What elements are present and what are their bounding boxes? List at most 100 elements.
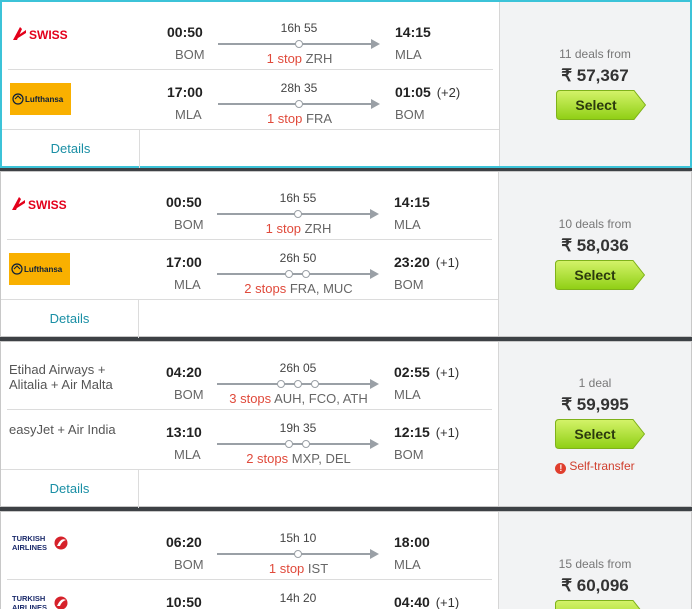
price: ₹ 60,096 [561,576,629,595]
flight-result-card[interactable]: SWISS 00:50 BOM 16h 55 1 stop ZRH 14:15 … [0,171,692,338]
arrival-day-offset: (+1) [435,425,460,440]
arrival-time-value: 14:15 [395,24,431,40]
select-button[interactable]: Select [555,600,645,609]
outbound-leg: SWISS 00:50 BOM 16h 55 1 stop ZRH 14:15 … [2,2,499,66]
return-leg: easyJet + Air India 13:10 MLA 19h 35 2 s… [1,402,498,466]
route-arrow-icon [370,549,379,559]
details-link[interactable]: Details [1,300,139,338]
arrival-time: 12:15 (+1) [394,424,459,440]
stop-dot [295,100,303,108]
stop-dot [295,40,303,48]
route-arrow-icon [370,439,379,449]
self-transfer-warning: ! Self-transfer [499,459,691,474]
stops-airports: MXP, DEL [291,451,351,466]
warning-icon: ! [555,463,567,474]
svg-text:TURKISH: TURKISH [12,594,45,603]
arrival-airport: BOM [394,277,424,292]
arrival-time: 14:15 [394,194,432,210]
arrival-time-value: 14:15 [394,194,430,210]
swiss-logo: SWISS [12,197,67,212]
arrival-airport: BOM [395,107,425,122]
departure-time: 10:50 [166,594,202,609]
arrival-airport: BOM [394,447,424,462]
turkish-airlines-logo: TURKISH AIRLINES [12,534,68,552]
departure-airport: BOM [175,47,205,62]
route-arrow-icon [371,99,380,109]
departure-time: 06:20 [166,534,202,550]
svg-text:Lufthansa: Lufthansa [24,265,63,274]
stop-dot [302,440,310,448]
turkish-airlines-logo: TURKISH AIRLINES [12,594,68,609]
details-link[interactable]: Details [2,130,140,168]
arrival-day-offset: (+2) [436,85,461,100]
outbound-leg: SWISS 00:50 BOM 16h 55 1 stop ZRH 14:15 … [1,172,498,236]
flight-duration: 16h 55 [280,21,318,35]
arrival-time-value: 02:55 [394,364,430,380]
return-leg: Lufthansa 17:00 MLA 26h 50 2 stops FRA, … [1,232,498,296]
price-panel: 11 deals from ₹ 57,367 Select [499,2,690,166]
flight-results-list: SWISS 00:50 BOM 16h 55 1 stop ZRH 14:15 … [0,0,692,609]
itinerary-legs: SWISS 00:50 BOM 16h 55 1 stop ZRH 14:15 … [1,172,498,338]
departure-airport: MLA [174,277,201,292]
arrival-time-value: 18:00 [394,534,430,550]
stop-dot [277,380,285,388]
svg-text:AIRLINES: AIRLINES [12,543,47,552]
route-arrow-icon [370,269,379,279]
arrival-time-value: 04:40 [394,594,430,609]
stop-dot [294,210,302,218]
details-link[interactable]: Details [1,470,139,508]
deals-count: 11 deals from [559,47,631,61]
select-button-label: Select [574,267,616,283]
arrival-time: 14:15 [395,24,433,40]
select-button[interactable]: Select [556,90,646,120]
svg-text:AIRLINES: AIRLINES [12,603,47,609]
select-button-label: Select [555,600,635,609]
price-panel: 1 deal ₹ 59,995 Select ! Self-transfer [498,342,691,506]
departure-airport: BOM [174,557,204,572]
departure-airport: BOM [174,387,204,402]
route-arrow-icon [370,379,379,389]
arrival-airport: MLA [395,47,422,62]
departure-time: 04:20 [166,364,202,380]
flight-result-card[interactable]: Etihad Airways + Alitalia + Air Malta 04… [0,341,692,508]
stop-dot [285,270,293,278]
flight-result-card[interactable]: SWISS 00:50 BOM 16h 55 1 stop ZRH 14:15 … [0,0,692,168]
select-button-label: Select [574,426,616,442]
flight-duration: 26h 05 [279,361,317,375]
lufthansa-logo: Lufthansa [9,253,70,285]
itinerary-legs: Etihad Airways + Alitalia + Air Malta 04… [1,342,498,508]
stops-airports: FRA [306,111,333,126]
departure-time: 00:50 [166,194,202,210]
select-button[interactable]: Select [555,419,645,449]
select-button[interactable]: Select [555,260,645,290]
lufthansa-logo: Lufthansa [10,83,71,115]
svg-text:SWISS: SWISS [29,28,68,42]
route-arrow-icon [371,39,380,49]
arrival-time: 04:40 (+1) [394,594,459,609]
stop-dot [294,380,302,388]
airline-names: easyJet + Air India [9,422,116,437]
flight-result-card[interactable]: TURKISH AIRLINES 06:20 BOM 15h 10 1 stop… [0,511,692,609]
arrival-airport: MLA [394,387,421,402]
route-line [217,443,372,445]
departure-time: 00:50 [167,24,203,40]
arrival-time: 02:55 (+1) [394,364,459,380]
itinerary-legs: SWISS 00:50 BOM 16h 55 1 stop ZRH 14:15 … [2,2,499,168]
flight-duration: 15h 10 [279,531,317,545]
stop-dot [311,380,319,388]
arrival-day-offset: (+1) [435,595,460,609]
arrival-time: 23:20 (+1) [394,254,459,270]
price: ₹ 59,995 [561,395,629,414]
stops-count: 2 stops [246,451,289,466]
svg-text:Lufthansa: Lufthansa [25,95,64,104]
price-panel: 10 deals from ₹ 58,036 Select [498,172,691,336]
flight-duration: 26h 50 [279,251,317,265]
stops-airports: FRA, MUC [289,281,353,296]
deals-count: 1 deal [578,376,612,390]
stops-info: 2 stops MXP, DEL [201,451,396,466]
stops-count: 2 stops [244,281,287,296]
deals-count: 15 deals from [558,557,632,571]
stop-dot [294,550,302,558]
departure-airport: BOM [174,217,204,232]
flight-duration: 16h 55 [279,191,317,205]
